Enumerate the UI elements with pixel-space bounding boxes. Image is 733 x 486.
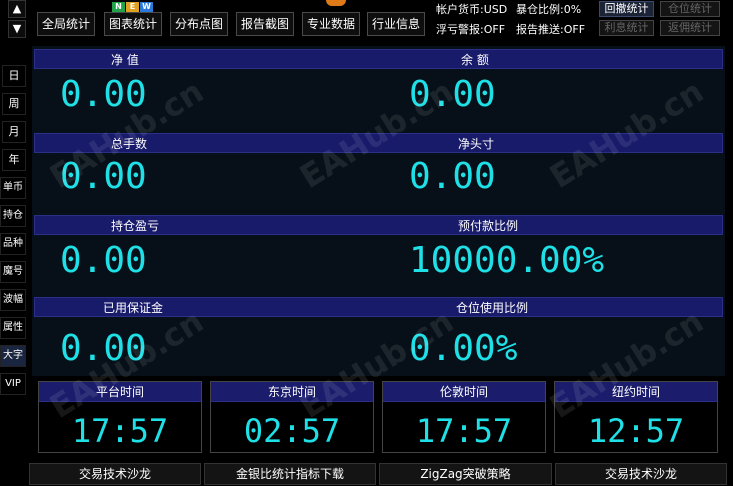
sidebar-week[interactable]: 周	[2, 93, 26, 115]
clock-london-label: 伦敦时间	[383, 382, 545, 402]
sidebar-year[interactable]: 年	[2, 149, 26, 171]
position-stats-button[interactable]: 仓位统计	[660, 1, 720, 17]
sidebar-vip[interactable]: VIP	[0, 373, 26, 395]
position-ratio-label: 仓位使用比例	[456, 301, 529, 315]
sidebar-month[interactable]: 月	[2, 121, 26, 143]
industry-info-button[interactable]: 行业信息	[367, 12, 425, 36]
prepay-ratio-value: 10000.00%	[409, 240, 605, 281]
global-stats-button[interactable]: 全局统计	[37, 12, 95, 36]
net-value: 0.00	[60, 74, 147, 115]
used-margin-label: 已用保证金	[103, 301, 164, 315]
sidebar-large-font[interactable]: 大字	[0, 345, 26, 367]
interest-stats-button[interactable]: 利息统计	[599, 20, 654, 36]
clock-london-time: 17:57	[415, 412, 513, 450]
sidebar-attributes[interactable]: 属性	[0, 317, 26, 339]
pro-data-button[interactable]: 专业数据	[302, 12, 360, 36]
stats-panel: 净 值 余 额 0.00 0.00 总手数 净头寸 0.00 0.00 持仓盈亏…	[32, 46, 725, 376]
new-badge-w: W	[140, 2, 153, 12]
clock-london: 伦敦时间 17:57	[382, 381, 546, 453]
clock-newyork-time: 12:57	[587, 412, 685, 450]
rebate-stats-button[interactable]: 返佣统计	[660, 20, 720, 36]
row-header-pl-prepay: 持仓盈亏 预付款比例	[34, 215, 723, 235]
chart-stats-button[interactable]: 图表统计	[104, 12, 162, 36]
floating-pl-value: 0.00	[60, 240, 147, 281]
net-value-label: 净 值	[111, 53, 139, 67]
clock-platform: 平台时间 17:57	[38, 381, 202, 453]
net-position-label: 净头寸	[458, 137, 495, 151]
clock-tokyo: 东京时间 02:57	[210, 381, 374, 453]
trading-salon-link-2[interactable]: 交易技术沙龙	[555, 463, 727, 485]
row-header-margin-position: 已用保证金 仓位使用比例	[34, 297, 723, 317]
sidebar-day[interactable]: 日	[2, 65, 26, 87]
clock-newyork: 纽约时间 12:57	[554, 381, 718, 453]
clock-platform-time: 17:57	[71, 412, 169, 450]
row-header-lots-position: 总手数 净头寸	[34, 133, 723, 153]
gold-silver-indicator-link[interactable]: 金银比统计指标下载	[204, 463, 376, 485]
distribution-plot-button[interactable]: 分布点图	[170, 12, 228, 36]
clock-platform-label: 平台时间	[39, 382, 201, 402]
balance-label: 余 额	[461, 53, 489, 67]
net-position-value: 0.00	[409, 156, 496, 197]
clock-newyork-label: 纽约时间	[555, 382, 717, 402]
row-header-net-balance: 净 值 余 额	[34, 49, 723, 69]
new-badge-e: E	[126, 2, 139, 12]
clock-tokyo-time: 02:57	[243, 412, 341, 450]
floating-loss-alert: 浮亏警报:OFF	[436, 23, 506, 36]
blowup-ratio: 暴仓比例:0%	[516, 3, 582, 16]
floating-pl-label: 持仓盈亏	[111, 219, 160, 233]
sidebar-amplitude[interactable]: 波幅	[0, 289, 26, 311]
used-margin-value: 0.00	[60, 328, 147, 369]
total-lots-value: 0.00	[60, 156, 147, 197]
account-currency: 帐户货币:USD	[436, 3, 508, 16]
hot-badge-icon	[326, 0, 346, 6]
zigzag-strategy-link[interactable]: ZigZag突破策略	[379, 463, 552, 485]
sidebar-symbols[interactable]: 品种	[0, 233, 26, 255]
total-lots-label: 总手数	[111, 137, 148, 151]
scroll-up-arrow[interactable]: ▲	[8, 0, 26, 18]
new-badge-n: N	[112, 2, 125, 12]
report-screenshot-button[interactable]: 报告截图	[236, 12, 294, 36]
sidebar-magic-number[interactable]: 魔号	[0, 261, 26, 283]
sidebar-holdings[interactable]: 持仓	[0, 205, 26, 227]
prepay-ratio-label: 预付款比例	[458, 219, 519, 233]
sidebar-single-currency[interactable]: 单币	[0, 177, 26, 199]
report-push-status: 报告推送:OFF	[516, 23, 586, 36]
trading-salon-link[interactable]: 交易技术沙龙	[29, 463, 201, 485]
clock-tokyo-label: 东京时间	[211, 382, 373, 402]
balance-value: 0.00	[409, 74, 496, 115]
scroll-down-arrow[interactable]: ▼	[8, 20, 26, 38]
position-ratio-value: 0.00%	[409, 328, 518, 369]
drawdown-stats-button[interactable]: 回撤统计	[599, 1, 654, 17]
